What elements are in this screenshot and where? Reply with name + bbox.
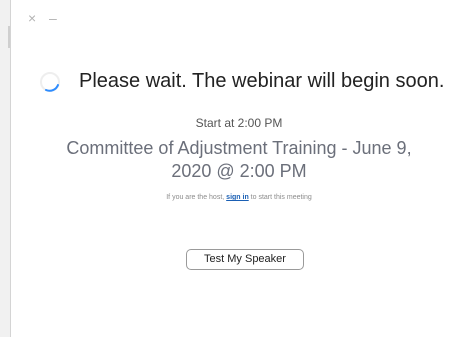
meeting-title: Committee of Adjustment Training - June … [66,138,412,181]
host-sign-in-note: If you are the host, sign in to start th… [11,194,466,201]
status-heading-row: Please wait. The webinar will begin soon… [39,70,459,93]
close-button[interactable]: × [28,11,36,25]
host-note-suffix: to start this meeting [248,194,312,201]
spinner-icon [40,71,60,92]
host-note-prefix: If you are the host, [166,194,227,201]
waiting-message: Please wait. The webinar will begin soon… [79,70,445,92]
webinar-waiting-window: × – Please wait. The webinar will begin … [10,0,466,337]
test-my-speaker-button[interactable]: Test My Speaker [186,249,304,270]
sign-in-link[interactable]: sign in [226,194,249,201]
background-window-edge [0,0,10,337]
start-time-label: Start at 2:00 PM [195,116,283,130]
minimize-button[interactable]: – [49,11,57,25]
